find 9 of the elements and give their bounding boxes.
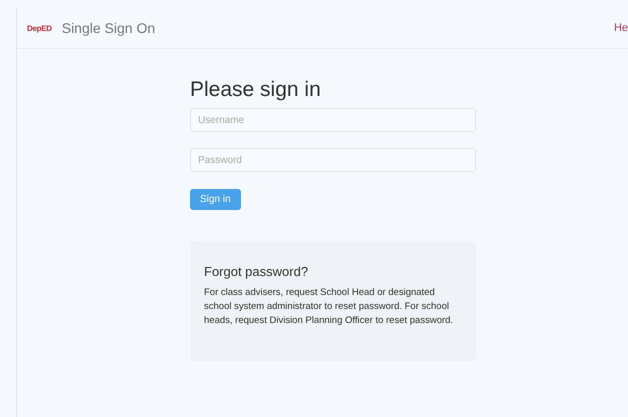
sign-in-button[interactable]: Sign in — [190, 189, 241, 210]
page-heading: Please sign in — [190, 78, 322, 102]
help-text: For class advisers, request School Head or designated school system administrator to reset password. For school heads, request Division Planning Officer to reset password. — [204, 286, 454, 328]
help-heading: Forgot password? — [204, 264, 310, 279]
logo[interactable]: DepED — [27, 24, 52, 32]
password-field[interactable]: Password — [190, 148, 476, 172]
nav-link[interactable]: He — [614, 22, 628, 34]
username-field[interactable]: Username — [190, 108, 476, 132]
site-title[interactable]: Single Sign On — [62, 20, 156, 36]
